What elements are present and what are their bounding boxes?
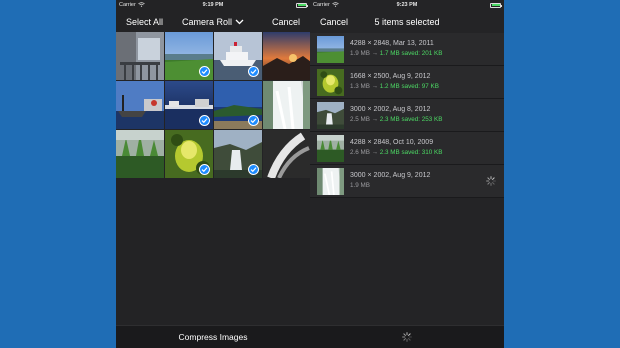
- album-title: Camera Roll: [181, 17, 232, 27]
- photo-thumbnail[interactable]: [165, 81, 213, 129]
- item-dimensions-date: 4288 × 2848, Mar 13, 2011: [350, 40, 434, 47]
- original-size: 1.9 MB: [350, 182, 370, 189]
- photo-thumbnail[interactable]: [116, 81, 164, 129]
- battery-icon: [296, 2, 308, 8]
- item-details: 1668 × 2500, Aug 9, 2012 1.3 MB → 1.2 MB …: [350, 72, 439, 92]
- item-thumbnail: [317, 134, 344, 162]
- item-details: 3000 × 2002, Aug 8, 2012 2.5 MB → 2.3 MB …: [350, 105, 442, 125]
- compressed-size: 2.3 MB: [379, 149, 400, 156]
- arrow-separator: →: [369, 149, 380, 156]
- original-size: 1.3 MB: [350, 83, 370, 90]
- item-dimensions-date: 3000 × 2002, Aug 8, 2012: [350, 106, 431, 113]
- photo-thumbnail[interactable]: [263, 32, 310, 80]
- item-dimensions-date: 4288 × 2848, Oct 10, 2009: [350, 139, 434, 146]
- item-thumbnail: [317, 167, 344, 195]
- status-time: 9:23 PM: [396, 2, 418, 8]
- compress-images-button[interactable]: Compress Images: [116, 325, 310, 348]
- item-thumbnail: [317, 101, 344, 129]
- compressed-size: 2.3 MB: [379, 116, 400, 123]
- original-size: 2.5 MB: [350, 116, 370, 123]
- photo-thumbnail[interactable]: [165, 130, 213, 178]
- item-details: 4288 × 2848, Mar 13, 2011 1.9 MB → 1.7 MB…: [350, 39, 442, 59]
- list-item[interactable]: 3000 × 2002, Aug 8, 2012 2.5 MB → 2.3 MB …: [310, 99, 504, 132]
- chevron-down-icon: [235, 19, 244, 25]
- item-thumbnail: [317, 68, 344, 96]
- checkmark-icon: [199, 66, 210, 77]
- saved-amount: saved: 310 KB: [401, 149, 443, 156]
- battery-icon: [490, 2, 502, 8]
- arrow-separator: →: [369, 50, 380, 57]
- list-item[interactable]: 4288 × 2848, Oct 10, 2009 2.6 MB → 2.3 MB…: [310, 132, 504, 165]
- photo-thumbnail[interactable]: [214, 130, 262, 178]
- item-details: 3000 × 2002, Aug 9, 2012 1.9 MB: [350, 171, 430, 191]
- navigation-bar: Select All Camera Roll Cancel: [116, 12, 310, 32]
- item-details: 4288 × 2848, Oct 10, 2009 2.6 MB → 2.3 MB…: [350, 138, 442, 158]
- item-thumbnail: [317, 35, 344, 63]
- photo-thumbnail[interactable]: [263, 81, 310, 129]
- checkmark-icon: [199, 115, 210, 126]
- checkmark-icon: [199, 164, 210, 175]
- photo-thumbnail[interactable]: [263, 130, 310, 178]
- item-size-info: 1.9 MB → 1.7 MB saved: 201 KB: [350, 49, 442, 59]
- list-item[interactable]: 1668 × 2500, Aug 9, 2012 1.3 MB → 1.2 MB …: [310, 66, 504, 99]
- saved-amount: saved: 97 KB: [401, 83, 439, 90]
- checkmark-icon: [248, 115, 259, 126]
- selection-title: 5 items selected: [374, 17, 440, 27]
- left-phone-screen: Carrier 9:19 PM Select All Camera Roll C…: [116, 0, 310, 348]
- processing-spinner-icon: [486, 176, 496, 186]
- compressed-size: 1.2 MB: [379, 83, 400, 90]
- compressed-size: 1.7 MB: [379, 50, 400, 57]
- progress-bar-area: [310, 325, 504, 348]
- arrow-separator: →: [369, 116, 380, 123]
- original-size: 2.6 MB: [350, 149, 370, 156]
- status-time: 9:19 PM: [202, 2, 224, 8]
- saved-amount: saved: 253 KB: [401, 116, 443, 123]
- photo-thumbnail[interactable]: [116, 32, 164, 80]
- item-size-info: 1.9 MB: [350, 181, 430, 191]
- photo-thumbnail[interactable]: [214, 32, 262, 80]
- photo-thumbnail[interactable]: [116, 130, 164, 178]
- selected-items-list: 4288 × 2848, Mar 13, 2011 1.9 MB → 1.7 MB…: [310, 33, 504, 198]
- original-size: 1.9 MB: [350, 50, 370, 57]
- right-phone-screen: Carrier 9:23 PM Cancel 5 items selected …: [310, 0, 504, 348]
- checkmark-icon: [248, 164, 259, 175]
- cancel-button[interactable]: Cancel: [272, 17, 300, 27]
- item-dimensions-date: 1668 × 2500, Aug 9, 2012: [350, 73, 431, 80]
- item-size-info: 2.5 MB → 2.3 MB saved: 253 KB: [350, 115, 442, 125]
- arrow-separator: →: [369, 83, 380, 90]
- photo-grid: [116, 32, 310, 178]
- status-bar: Carrier 9:19 PM: [116, 0, 310, 10]
- photo-thumbnail[interactable]: [165, 32, 213, 80]
- list-item[interactable]: 3000 × 2002, Aug 9, 2012 1.9 MB: [310, 165, 504, 198]
- item-size-info: 1.3 MB → 1.2 MB saved: 97 KB: [350, 82, 439, 92]
- item-dimensions-date: 3000 × 2002, Aug 9, 2012: [350, 172, 431, 179]
- compress-images-label: Compress Images: [178, 332, 248, 342]
- loading-spinner-icon: [402, 332, 412, 342]
- navigation-bar: Cancel 5 items selected: [310, 12, 504, 32]
- saved-amount: saved: 201 KB: [401, 50, 443, 57]
- photo-thumbnail[interactable]: [214, 81, 262, 129]
- status-bar: Carrier 9:23 PM: [310, 0, 504, 10]
- checkmark-icon: [248, 66, 259, 77]
- item-size-info: 2.6 MB → 2.3 MB saved: 310 KB: [350, 148, 442, 158]
- list-item[interactable]: 4288 × 2848, Mar 13, 2011 1.9 MB → 1.7 MB…: [310, 33, 504, 66]
